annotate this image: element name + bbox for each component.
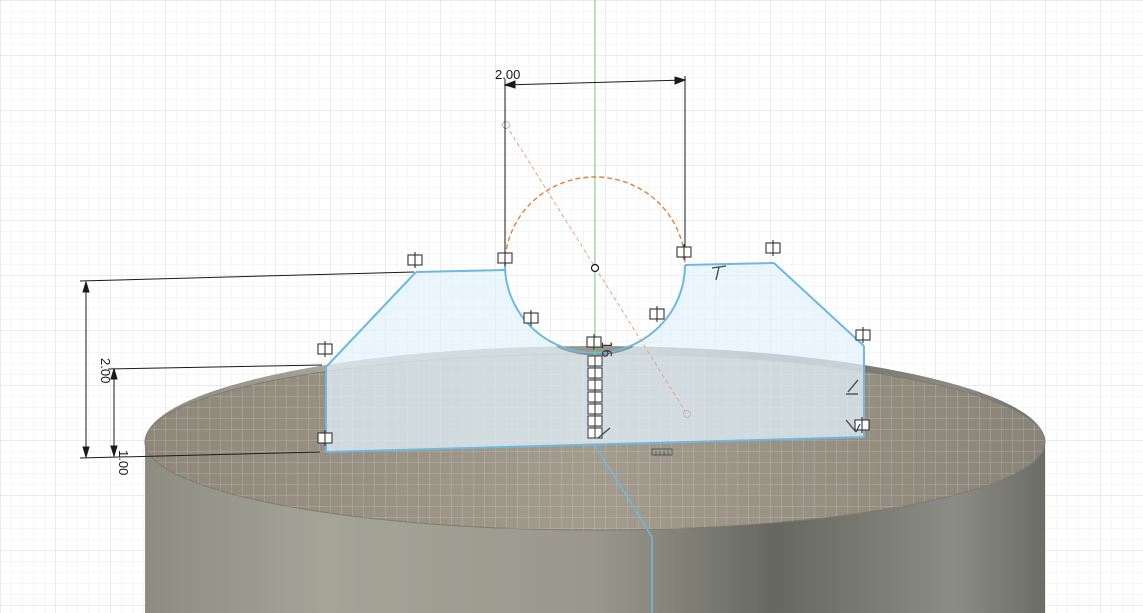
dimension-top-width-label[interactable]: 2.00 (495, 67, 520, 82)
construction-point (502, 121, 510, 129)
canvas-viewport[interactable]: 2.00 2.00 1.00 16 (0, 0, 1143, 613)
tangent-glyph-label: 16 (598, 341, 613, 358)
arc-center-point (590, 263, 600, 273)
dimension-left-height-label[interactable]: 2.00 (98, 358, 113, 383)
dimension-left-lower-label[interactable]: 1.00 (116, 450, 131, 475)
construction-point (683, 410, 691, 418)
